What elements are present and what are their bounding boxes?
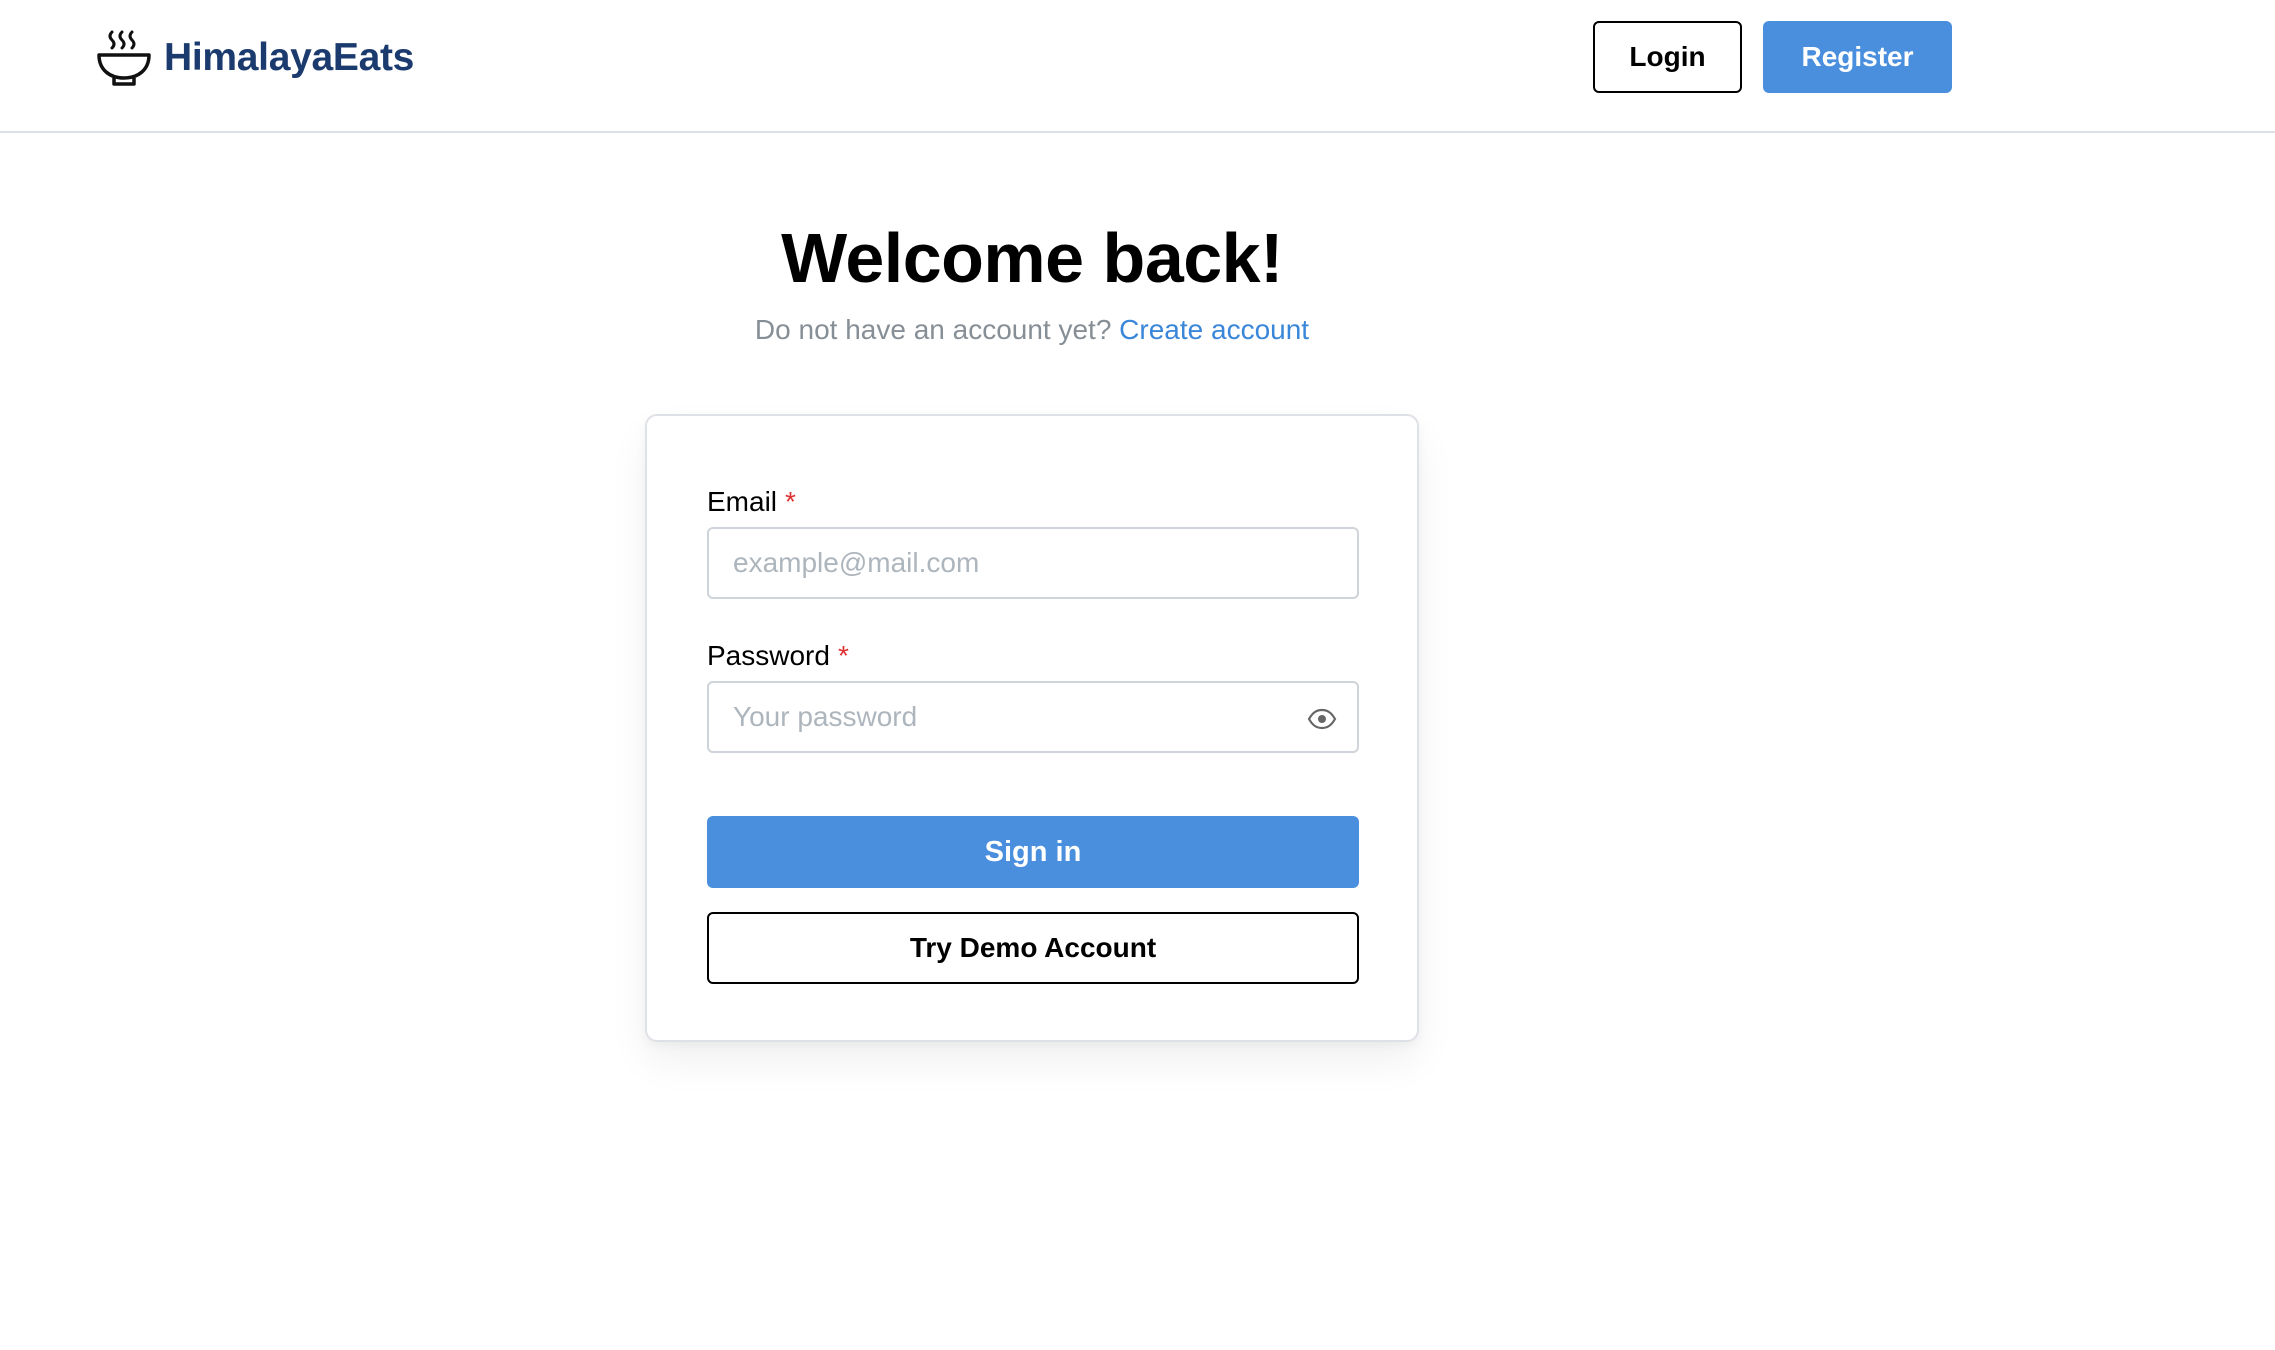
create-account-link[interactable]: Create account bbox=[1119, 314, 1309, 345]
sign-in-button[interactable]: Sign in bbox=[707, 816, 1359, 888]
subtitle-text: Do not have an account yet? bbox=[754, 314, 1112, 345]
steaming-bowl-icon bbox=[97, 30, 151, 86]
brand-name: HimalayaEats bbox=[164, 36, 415, 79]
page-title: Welcome back! bbox=[781, 219, 1283, 297]
email-placeholder: example@mail.com bbox=[733, 547, 980, 578]
login-button[interactable]: Login bbox=[1593, 21, 1742, 93]
try-demo-account-button[interactable]: Try Demo Account bbox=[707, 912, 1359, 984]
password-placeholder: Your password bbox=[733, 701, 918, 732]
top-navbar: HimalayaEats Login Register bbox=[0, 0, 2275, 133]
email-label: Email * bbox=[707, 486, 796, 518]
required-asterisk: * bbox=[837, 640, 849, 671]
password-label-text: Password bbox=[707, 640, 830, 671]
email-label-text: Email bbox=[707, 486, 778, 517]
eye-icon[interactable] bbox=[1307, 705, 1337, 733]
password-field[interactable]: Your password bbox=[707, 681, 1359, 753]
brand-logo[interactable]: HimalayaEats bbox=[96, 28, 414, 88]
login-card: Email * example@mail.com Password * Your p… bbox=[645, 414, 1419, 1042]
subtitle: Do not have an account yet? Create accou… bbox=[0, 314, 2064, 346]
email-field[interactable]: example@mail.com bbox=[707, 527, 1359, 599]
required-asterisk: * bbox=[785, 486, 796, 517]
register-button[interactable]: Register bbox=[1763, 21, 1952, 93]
password-label: Password * bbox=[707, 640, 849, 672]
